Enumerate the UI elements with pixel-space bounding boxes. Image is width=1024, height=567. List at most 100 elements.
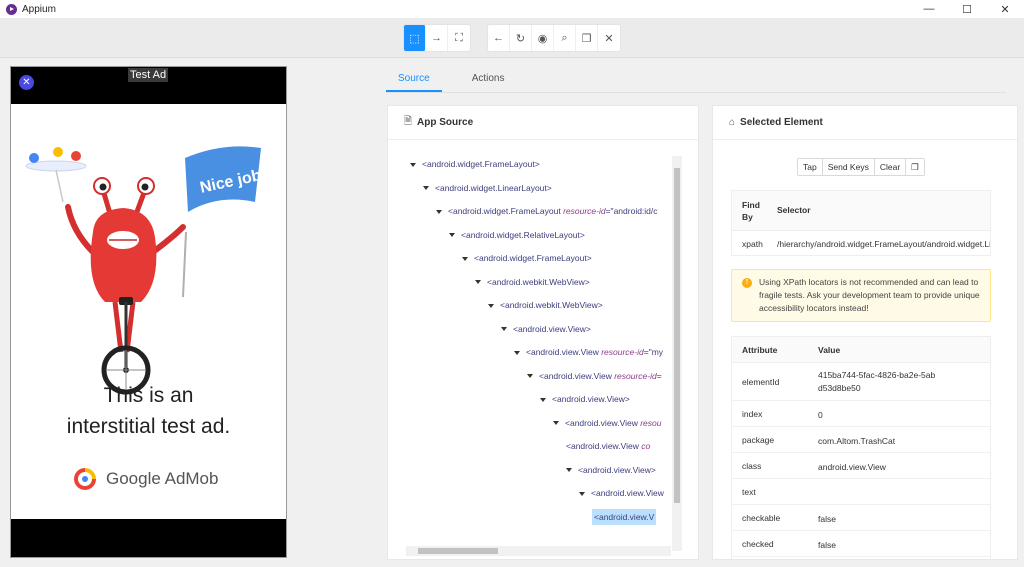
tree-node[interactable]: <android.view.View resource-id="my bbox=[514, 344, 663, 360]
attribute-name: class bbox=[742, 461, 762, 471]
find-by-header: Find By Selector bbox=[732, 191, 990, 231]
inspector-tabs: Source Actions bbox=[386, 70, 516, 92]
tree-node[interactable]: <android.view.View> bbox=[501, 321, 591, 337]
xpath-warning: ! Using XPath locators is not recommende… bbox=[731, 269, 991, 322]
device-screenshot[interactable]: ✕ Test Ad Nice job! This is an interstit… bbox=[10, 66, 287, 558]
selected-element-header: ⌂ Selected Element bbox=[713, 106, 1017, 140]
expand-caret-icon[interactable] bbox=[501, 327, 507, 332]
expand-caret-icon[interactable] bbox=[579, 491, 585, 496]
attributes-header: Attribute Value bbox=[732, 337, 990, 363]
expand-caret-icon[interactable] bbox=[527, 374, 533, 379]
tree-node-attribute-value: = bbox=[656, 370, 662, 381]
eye-icon: ◉ bbox=[537, 32, 548, 45]
find-by-column: Find By bbox=[742, 200, 760, 222]
attribute-name: index bbox=[742, 409, 763, 419]
tree-node-tag: <android.view.View bbox=[566, 441, 642, 451]
warning-text: Using XPath locators is not recommended … bbox=[759, 277, 980, 313]
tree-node-tag: <android.view.View> bbox=[552, 394, 630, 404]
expand-caret-icon[interactable] bbox=[553, 421, 559, 426]
refresh-button[interactable]: ↻ bbox=[510, 25, 532, 51]
swipe-button[interactable]: → bbox=[426, 25, 448, 51]
tree-node[interactable]: <android.view.V bbox=[592, 508, 657, 525]
maximize-button[interactable]: ☐ bbox=[948, 0, 986, 18]
tree-node[interactable]: <android.view.View resou bbox=[553, 415, 661, 431]
horizontal-scroll-thumb[interactable] bbox=[418, 548, 498, 554]
tree-node-tag: <android.view.View> bbox=[578, 464, 656, 475]
tree-vertical-scrollbar[interactable] bbox=[672, 156, 682, 551]
tree-node-attribute: resource-id bbox=[614, 370, 657, 381]
tabs-divider bbox=[386, 92, 1006, 93]
tree-node[interactable]: <android.view.View resource-id= bbox=[527, 368, 662, 384]
tree-node[interactable]: <android.widget.FrameLayout resource-id=… bbox=[436, 203, 658, 219]
expand-caret-icon[interactable] bbox=[514, 350, 520, 355]
tree-node[interactable]: <android.widget.RelativeLayout> bbox=[449, 227, 585, 243]
minimize-button[interactable]: — bbox=[910, 0, 948, 18]
tree-node-attribute: resource-id bbox=[601, 347, 644, 357]
tree-node-tag: <android.view.View bbox=[539, 370, 615, 381]
tree-node[interactable]: <android.widget.FrameLayout> bbox=[462, 250, 592, 266]
back-button[interactable]: ← bbox=[488, 25, 510, 51]
expand-caret-icon[interactable] bbox=[436, 209, 442, 214]
attribute-value[interactable]: 0 bbox=[818, 409, 938, 422]
send-keys-button[interactable]: Send Keys bbox=[822, 159, 875, 175]
tab-source[interactable]: Source bbox=[386, 70, 442, 92]
copy-attributes-button[interactable]: ❐ bbox=[906, 159, 924, 175]
expand-caret-icon[interactable] bbox=[488, 303, 494, 308]
tree-node-tag: <android.widget.FrameLayout bbox=[448, 206, 564, 216]
attribute-column: Attribute bbox=[742, 345, 778, 355]
ad-headline: This is an interstitial test ad. bbox=[11, 380, 286, 442]
copy-icon: ❐ bbox=[911, 162, 919, 172]
source-tree[interactable]: <android.widget.FrameLayout> <android.wid… bbox=[388, 156, 673, 551]
app-source-header: 🗎 App Source bbox=[388, 106, 698, 140]
tree-node-tag: <android.view.View bbox=[526, 347, 602, 357]
tap-coordinates-icon: ⛶ bbox=[455, 31, 463, 44]
close-ad-button[interactable]: ✕ bbox=[19, 75, 34, 90]
monster-illustration: Nice job! bbox=[25, 146, 268, 395]
tab-actions[interactable]: Actions bbox=[460, 70, 517, 92]
tree-node-tag: <android.view.View bbox=[591, 488, 664, 498]
tree-node[interactable]: <android.webkit.WebView> bbox=[475, 274, 590, 290]
attribute-value[interactable]: 415ba744-5fac-4826-ba2e-5abd53d8be50 bbox=[818, 369, 938, 395]
attribute-value[interactable]: false bbox=[818, 539, 938, 552]
attribute-value[interactable]: false bbox=[818, 513, 938, 526]
tap-coordinates-button[interactable]: ⛶ bbox=[448, 25, 470, 51]
toolbar: ⬚ → ⛶ ← ↻ ◉ ⌕ ❐ ✕ bbox=[0, 18, 1024, 58]
ad-headline-line2: interstitial test ad. bbox=[66, 415, 231, 438]
tree-node[interactable]: <android.widget.LinearLayout> bbox=[423, 180, 552, 196]
expand-caret-icon[interactable] bbox=[423, 186, 429, 191]
vertical-scroll-thumb[interactable] bbox=[674, 168, 680, 503]
quit-session-button[interactable]: ✕ bbox=[598, 25, 620, 51]
close-window-button[interactable]: ✕ bbox=[986, 0, 1024, 18]
attribute-name: checkable bbox=[742, 513, 781, 523]
expand-caret-icon[interactable] bbox=[566, 468, 572, 473]
expand-caret-icon[interactable] bbox=[462, 256, 468, 261]
expand-caret-icon[interactable] bbox=[410, 162, 416, 167]
tree-node-attribute-value: ="android:id/c bbox=[605, 206, 658, 216]
tree-node[interactable]: <android.view.View> bbox=[540, 391, 630, 407]
tree-node[interactable]: <android.view.View> bbox=[566, 462, 656, 478]
tree-node[interactable]: <android.view.View co bbox=[566, 438, 650, 454]
copy-xml-button[interactable]: ❐ bbox=[576, 25, 598, 51]
clear-button[interactable]: Clear bbox=[874, 159, 907, 175]
back-icon: ← bbox=[493, 32, 504, 44]
expand-caret-icon[interactable] bbox=[475, 280, 481, 285]
select-element-button[interactable]: ⬚ bbox=[404, 25, 426, 51]
expand-caret-icon[interactable] bbox=[449, 233, 455, 238]
tree-node[interactable]: <android.webkit.WebView> bbox=[488, 297, 603, 313]
xpath-selector[interactable]: /hierarchy/android.widget.FrameLayout/an… bbox=[777, 239, 990, 249]
tree-node[interactable]: <android.view.View bbox=[579, 485, 664, 501]
expand-caret-icon[interactable] bbox=[540, 397, 546, 402]
tree-node[interactable]: <android.widget.FrameLayout> bbox=[410, 156, 540, 172]
attribute-value[interactable]: android.view.View bbox=[818, 461, 938, 474]
search-button[interactable]: ⌕ bbox=[554, 25, 576, 51]
tree-node-tag: <android.widget.RelativeLayout> bbox=[461, 229, 585, 240]
tree-horizontal-scrollbar[interactable] bbox=[406, 546, 671, 556]
attribute-row: elementId 415ba744-5fac-4826-ba2e-5abd53d… bbox=[732, 363, 990, 401]
attribute-row: checkable false bbox=[732, 505, 990, 531]
title-bar: Appium — ☐ ✕ bbox=[0, 0, 1024, 18]
toggle-visibility-button[interactable]: ◉ bbox=[532, 25, 554, 51]
attribute-value[interactable]: com.Altom.TrashCat bbox=[818, 435, 938, 448]
tree-node-attribute: resou bbox=[640, 417, 662, 428]
attribute-row: text bbox=[732, 479, 990, 505]
tap-button[interactable]: Tap bbox=[798, 159, 823, 175]
